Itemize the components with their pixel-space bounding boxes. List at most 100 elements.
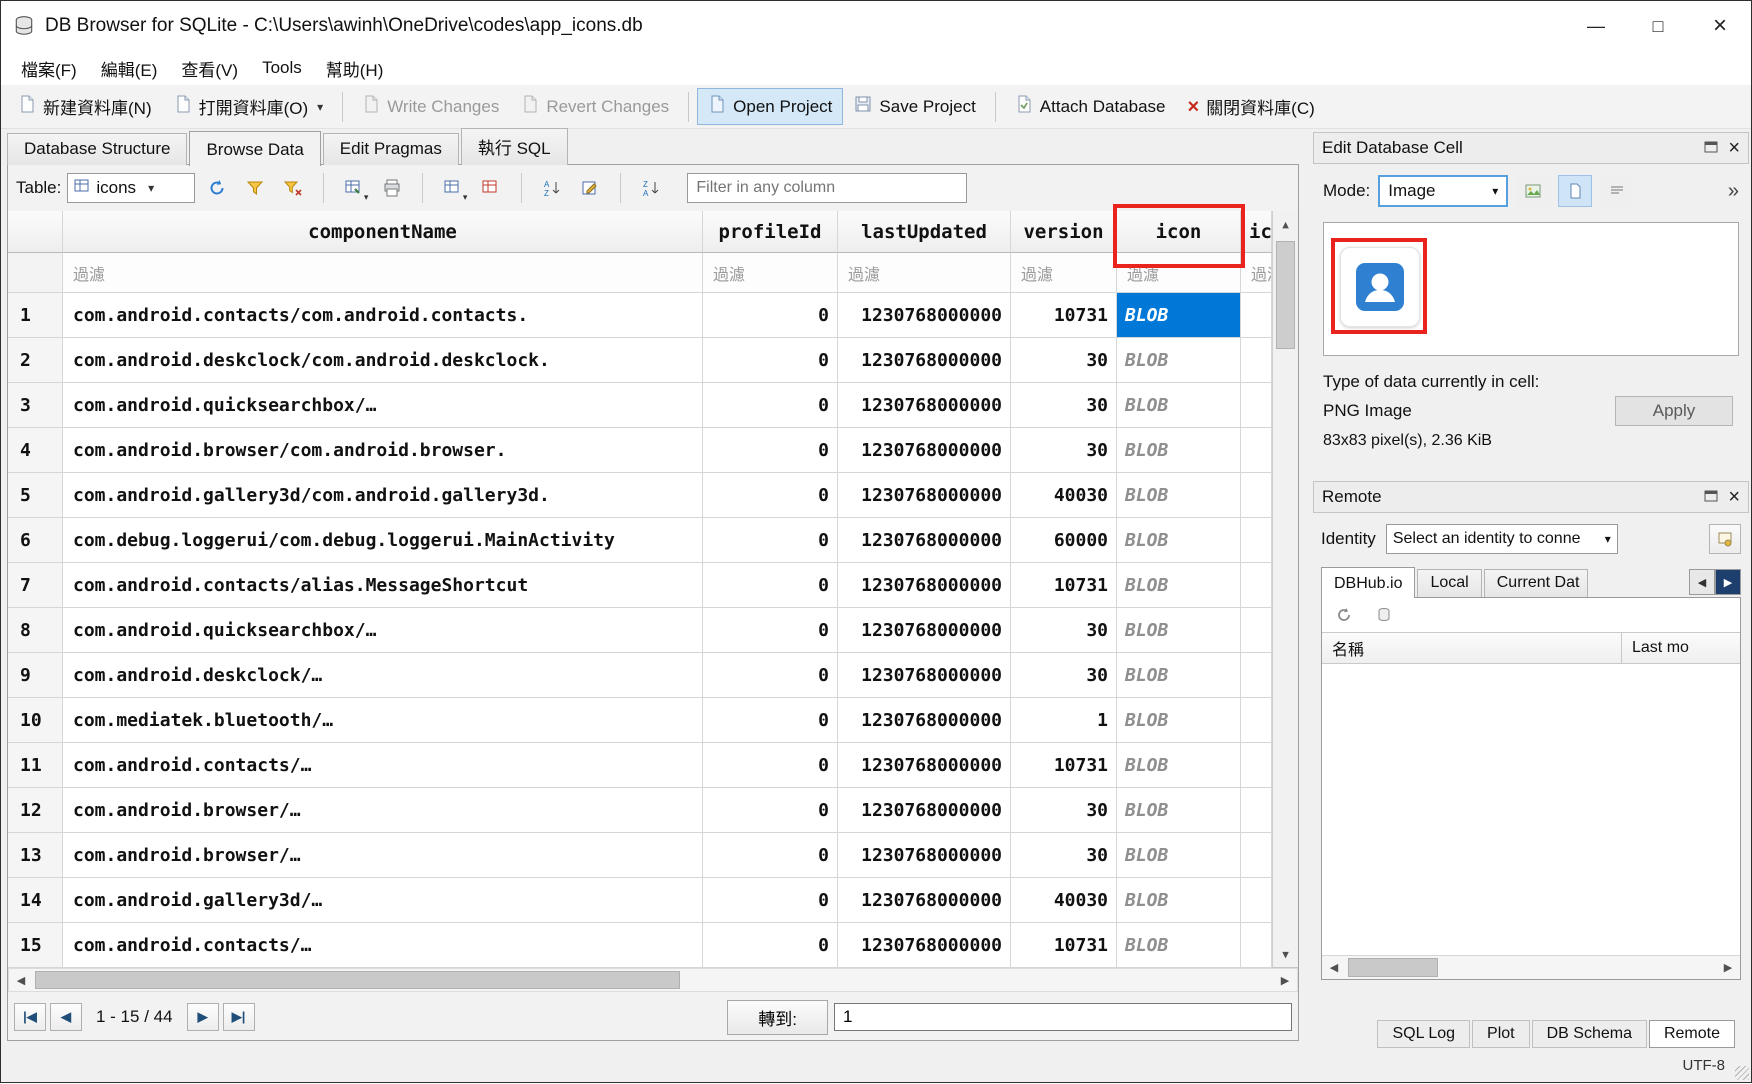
cell-partial[interactable] xyxy=(1241,338,1272,383)
apply-button[interactable]: Apply xyxy=(1615,396,1733,426)
horizontal-scrollbar-thumb[interactable] xyxy=(35,971,680,989)
cell-icon-blob[interactable]: BLOB xyxy=(1117,473,1241,518)
open-project-button[interactable]: Open Project xyxy=(697,88,843,125)
cell-profileid[interactable]: 0 xyxy=(703,563,838,608)
cell-profileid[interactable]: 0 xyxy=(703,293,838,338)
identity-select[interactable]: Select an identity to conne ▾ xyxy=(1386,524,1618,554)
mode-select[interactable]: Image ▾ xyxy=(1378,175,1508,207)
cell-partial[interactable] xyxy=(1241,428,1272,473)
cell-version[interactable]: 30 xyxy=(1011,428,1117,473)
table-row[interactable]: 4 com.android.browser/com.android.browse… xyxy=(8,428,1298,473)
dock-tab[interactable]: DB Schema xyxy=(1532,1020,1647,1048)
cell-icon-blob[interactable]: BLOB xyxy=(1117,293,1241,338)
cell-profileid[interactable]: 0 xyxy=(703,608,838,653)
row-number[interactable]: 14 xyxy=(8,878,63,923)
cell-version[interactable]: 30 xyxy=(1011,608,1117,653)
horizontal-scrollbar-track[interactable] xyxy=(33,969,1273,991)
cell-componentname[interactable]: com.android.contacts/… xyxy=(63,743,703,788)
minimize-button[interactable]: — xyxy=(1565,1,1627,51)
identity-settings-button[interactable] xyxy=(1709,524,1741,554)
cell-componentname[interactable]: com.android.browser/com.android.browser. xyxy=(63,428,703,473)
cell-version[interactable]: 30 xyxy=(1011,833,1117,878)
table-row[interactable]: 11 com.android.contacts/… 0 123076800000… xyxy=(8,743,1298,788)
close-panel-icon[interactable]: × xyxy=(1728,486,1740,509)
cell-profileid[interactable]: 0 xyxy=(703,338,838,383)
filter-input-lastupdated[interactable]: 過濾 xyxy=(838,253,1011,293)
filter-input-version[interactable]: 過濾 xyxy=(1011,253,1117,293)
remote-scrollbar-thumb[interactable] xyxy=(1348,958,1438,977)
cell-lastupdated[interactable]: 1230768000000 xyxy=(838,833,1011,878)
cell-partial[interactable] xyxy=(1241,518,1272,563)
cell-lastupdated[interactable]: 1230768000000 xyxy=(838,698,1011,743)
cell-profileid[interactable]: 0 xyxy=(703,473,838,518)
undock-panel-icon[interactable] xyxy=(1704,487,1718,507)
sort-ascending-button[interactable]: AZ xyxy=(536,172,568,204)
cell-profileid[interactable]: 0 xyxy=(703,518,838,563)
close-button[interactable]: × xyxy=(1689,1,1751,51)
table-row[interactable]: 10 com.mediatek.bluetooth/… 0 1230768000… xyxy=(8,698,1298,743)
remote-tab[interactable]: Current Dat xyxy=(1484,569,1588,597)
row-number[interactable]: 4 xyxy=(8,428,63,473)
vertical-scrollbar[interactable]: ▲ ▼ xyxy=(1272,211,1298,967)
cell-profileid[interactable]: 0 xyxy=(703,788,838,833)
row-number[interactable]: 1 xyxy=(8,293,63,338)
cell-partial[interactable] xyxy=(1241,293,1272,338)
clear-filter-button[interactable] xyxy=(277,172,309,204)
cell-profileid[interactable]: 0 xyxy=(703,878,838,923)
cell-lastupdated[interactable]: 1230768000000 xyxy=(838,608,1011,653)
menu-item[interactable]: 編輯(E) xyxy=(89,52,170,85)
cell-icon-blob[interactable]: BLOB xyxy=(1117,923,1241,968)
cell-componentname[interactable]: com.android.gallery3d/com.android.galler… xyxy=(63,473,703,518)
table-row[interactable]: 5 com.android.gallery3d/com.android.gall… xyxy=(8,473,1298,518)
import-image-button[interactable] xyxy=(1516,175,1550,207)
cell-componentname[interactable]: com.android.contacts/alias.MessageShortc… xyxy=(63,563,703,608)
table-row[interactable]: 15 com.android.contacts/… 0 123076800000… xyxy=(8,923,1298,968)
undock-panel-icon[interactable] xyxy=(1704,138,1718,158)
cell-componentname[interactable]: com.android.gallery3d/… xyxy=(63,878,703,923)
cell-componentname[interactable]: com.android.browser/… xyxy=(63,788,703,833)
cell-partial[interactable] xyxy=(1241,383,1272,428)
goto-row-input[interactable] xyxy=(834,1003,1292,1031)
table-selector[interactable]: icons ▾ xyxy=(67,173,195,203)
menu-item[interactable]: Tools xyxy=(250,54,314,82)
horizontal-scrollbar[interactable]: ◀ ▶ xyxy=(8,968,1298,992)
column-header-lastupdated[interactable]: lastUpdated xyxy=(838,211,1011,253)
previous-page-button[interactable]: ◀ xyxy=(50,1003,82,1031)
write-changes-button[interactable]: Write Changes xyxy=(351,88,510,125)
scroll-left-icon[interactable]: ◀ xyxy=(1322,961,1346,974)
filter-input-icon[interactable]: 過濾 xyxy=(1117,253,1241,293)
cell-icon-blob[interactable]: BLOB xyxy=(1117,563,1241,608)
cell-componentname[interactable]: com.android.quicksearchbox/… xyxy=(63,383,703,428)
cell-partial[interactable] xyxy=(1241,563,1272,608)
view-tab[interactable]: Database Structure xyxy=(7,133,187,165)
cell-partial[interactable] xyxy=(1241,878,1272,923)
new-database-button[interactable]: 新建資料庫(N) xyxy=(7,87,163,126)
row-number[interactable]: 9 xyxy=(8,653,63,698)
row-number[interactable]: 12 xyxy=(8,788,63,833)
print-button[interactable] xyxy=(376,172,408,204)
first-page-button[interactable]: |◀ xyxy=(14,1003,46,1031)
cell-componentname[interactable]: com.debug.loggerui/com.debug.loggerui.Ma… xyxy=(63,518,703,563)
cell-version[interactable]: 30 xyxy=(1011,653,1117,698)
text-mode-button[interactable] xyxy=(1600,175,1634,207)
save-record-button[interactable]: ▾ xyxy=(338,172,370,204)
insert-record-dropdown-icon[interactable]: ▾ xyxy=(463,192,468,203)
cell-version[interactable]: 30 xyxy=(1011,383,1117,428)
menu-item[interactable]: 幫助(H) xyxy=(314,52,396,85)
cell-icon-blob[interactable]: BLOB xyxy=(1117,743,1241,788)
table-row[interactable]: 3 com.android.quicksearchbox/… 0 1230768… xyxy=(8,383,1298,428)
cell-partial[interactable] xyxy=(1241,743,1272,788)
dock-tab[interactable]: SQL Log xyxy=(1377,1020,1470,1048)
filter-input-partial[interactable]: 過濾 xyxy=(1241,253,1272,293)
cell-icon-blob[interactable]: BLOB xyxy=(1117,788,1241,833)
overflow-chevron-icon[interactable]: » xyxy=(1728,180,1739,203)
cell-lastupdated[interactable]: 1230768000000 xyxy=(838,743,1011,788)
scroll-right-icon[interactable]: ▶ xyxy=(1716,961,1740,974)
column-header-profileid[interactable]: profileId xyxy=(703,211,838,253)
row-number[interactable]: 10 xyxy=(8,698,63,743)
cell-icon-blob[interactable]: BLOB xyxy=(1117,608,1241,653)
cell-profileid[interactable]: 0 xyxy=(703,698,838,743)
view-tab[interactable]: Browse Data xyxy=(189,131,320,166)
column-header-partial[interactable]: ic xyxy=(1241,211,1272,253)
scroll-up-icon[interactable]: ▲ xyxy=(1273,211,1298,237)
